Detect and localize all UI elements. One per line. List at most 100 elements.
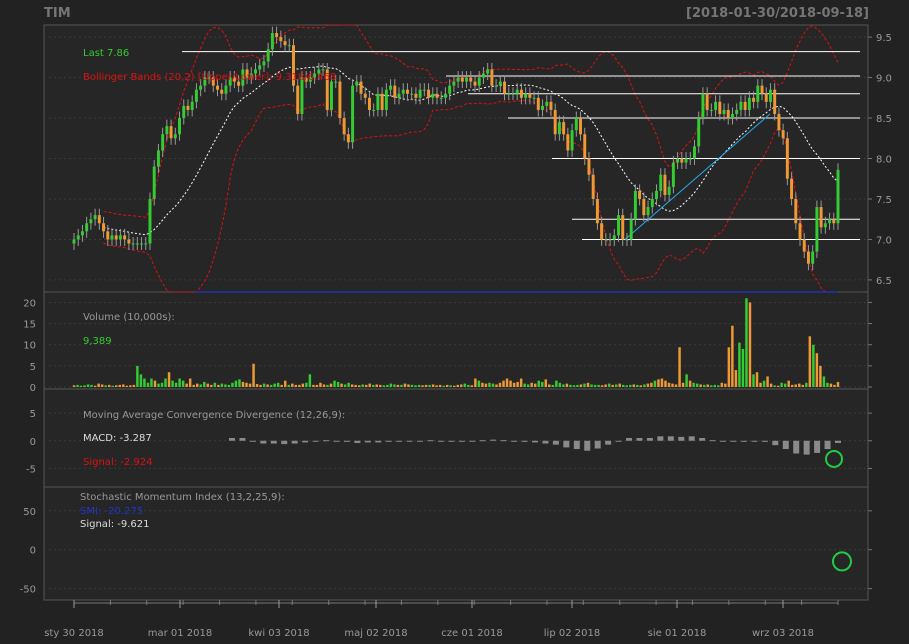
volume-bar (815, 353, 819, 387)
candle (819, 207, 823, 228)
volume-bar (833, 384, 836, 387)
candle (684, 158, 688, 163)
price-y-label: 7.0 (876, 235, 892, 246)
volume-bar (164, 378, 167, 387)
volume-bar (125, 385, 129, 387)
candle (140, 243, 144, 245)
candle (389, 85, 393, 90)
volume-bar (375, 384, 379, 387)
macd-histogram-bar (657, 436, 664, 441)
volume-bar (481, 382, 484, 387)
volume-bar (600, 385, 604, 387)
candle (811, 251, 815, 264)
macd-histogram-bar (563, 440, 570, 448)
candle (376, 93, 380, 110)
volume-bar (657, 379, 660, 387)
volume-bar (731, 325, 734, 387)
candle (199, 85, 203, 90)
volume-y-label: 20 (23, 298, 36, 309)
volume-bar (759, 382, 762, 387)
volume-bar (139, 374, 143, 387)
volume-bar (646, 383, 650, 387)
candle (587, 158, 591, 175)
legend-volume-title: Volume (10,000s): (83, 312, 175, 323)
macd-histogram-bar (772, 440, 779, 446)
candle (621, 215, 625, 240)
candle (93, 215, 97, 220)
macd-histogram-bar (542, 440, 549, 444)
candle (655, 190, 658, 199)
macd-histogram-bar (740, 440, 747, 442)
candle (144, 243, 148, 245)
price-y-label: 7.5 (876, 195, 892, 206)
volume-bar (396, 384, 400, 387)
volume-bar (326, 384, 329, 387)
candle (608, 239, 612, 241)
volume-bar (361, 384, 364, 387)
volume-bar (210, 384, 213, 387)
candle (583, 134, 587, 159)
candle (756, 85, 760, 102)
macd-histogram-bar (479, 440, 486, 442)
volume-bar (639, 385, 643, 387)
candle (338, 81, 342, 119)
volume-bar (442, 385, 445, 387)
candle (270, 33, 274, 50)
panel-macd (43, 388, 869, 488)
macd-histogram-bar (437, 440, 444, 442)
volume-bar (674, 384, 678, 387)
volume-bar (188, 378, 192, 387)
price-y-label: 9.5 (876, 33, 892, 44)
candle (490, 69, 494, 86)
macd-histogram-bar (615, 440, 622, 442)
volume-bar (526, 384, 530, 387)
candle (279, 37, 283, 42)
macd-histogram-bar (605, 440, 612, 445)
volume-bar (685, 374, 688, 387)
candle (127, 239, 131, 244)
macd-y-label: 5 (30, 409, 36, 420)
candle (110, 235, 114, 240)
macd-histogram-bar (333, 440, 340, 442)
candle (439, 97, 443, 99)
volume-bar (798, 383, 801, 387)
macd-histogram-bar (500, 440, 507, 442)
candle (102, 223, 106, 232)
macd-histogram-bar (229, 438, 235, 441)
candle (452, 81, 456, 86)
macd-histogram-bar (667, 436, 674, 441)
candle (262, 61, 266, 66)
candle (224, 85, 228, 94)
candle (182, 105, 186, 119)
candle (372, 109, 376, 111)
candle (718, 101, 722, 114)
volume-bar (410, 384, 414, 387)
candle (448, 85, 452, 94)
candle (794, 198, 798, 224)
volume-bar (819, 365, 822, 387)
candle (532, 97, 536, 99)
legend-smi-title: Stochastic Momentum Index (13,2,25,9): (80, 492, 285, 503)
candle (359, 81, 363, 94)
candle (186, 105, 190, 110)
candle (511, 93, 515, 95)
volume-bar (118, 384, 122, 387)
macd-histogram-bar (626, 438, 633, 441)
candle (536, 97, 540, 110)
candle (161, 134, 165, 151)
macd-histogram-bar (803, 440, 810, 455)
smi-y-label: 50 (23, 507, 36, 518)
x-tick-label: wrz 03 2018 (752, 628, 814, 639)
volume-bar (625, 385, 628, 387)
macd-histogram-bar (364, 440, 371, 443)
volume-bar (512, 382, 516, 387)
volume-bar (203, 381, 206, 387)
volume-bar (607, 383, 611, 387)
candle (612, 235, 616, 240)
macd-y-label: -5 (26, 464, 36, 475)
candle (72, 239, 76, 244)
price-y-label: 9.0 (876, 74, 892, 85)
volume-bar (516, 381, 519, 387)
volume-bar (755, 372, 759, 387)
candle (828, 219, 832, 224)
